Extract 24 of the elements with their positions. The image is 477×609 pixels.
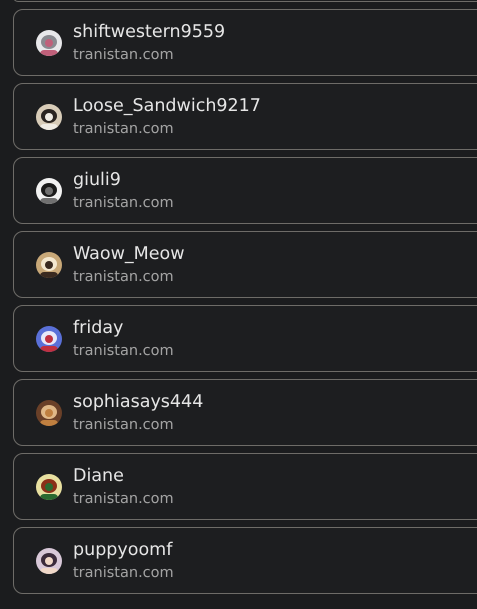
account-name: shiftwestern9559 [73, 21, 226, 43]
account-card[interactable]: sophiasays444 tranistan.com [13, 379, 477, 446]
account-name: friday [73, 317, 124, 339]
account-name: Diane [73, 465, 125, 487]
account-name: giuli9 [73, 169, 122, 191]
account-card[interactable]: friday tranistan.com [13, 305, 477, 372]
account-domain: tranistan.com [73, 120, 175, 138]
account-card[interactable]: Diane tranistan.com [13, 453, 477, 520]
account-domain: tranistan.com [73, 268, 175, 286]
account-card[interactable]: Loose_Sandwich9217 tranistan.com [13, 83, 477, 150]
account-domain: tranistan.com [73, 490, 174, 508]
account-name: Waow_Meow [73, 243, 185, 265]
account-card[interactable]: Waow_Meow tranistan.com [13, 231, 477, 298]
account-domain: tranistan.com [73, 564, 174, 582]
account-name: Loose_Sandwich9217 [73, 95, 261, 117]
account-domain: tranistan.com [73, 194, 174, 212]
account-name: sophiasays444 [73, 391, 204, 413]
account-card[interactable]: giuli9 tranistan.com [13, 157, 477, 224]
account-name: puppyoomf [73, 539, 174, 561]
account-card[interactable]: shiftwestern9559 tranistan.com [13, 9, 477, 76]
account-domain: tranistan.com [73, 46, 175, 64]
account-domain: tranistan.com [73, 342, 174, 360]
account-domain: tranistan.com [73, 416, 175, 434]
account-card[interactable]: puppyoomf tranistan.com [13, 527, 477, 594]
